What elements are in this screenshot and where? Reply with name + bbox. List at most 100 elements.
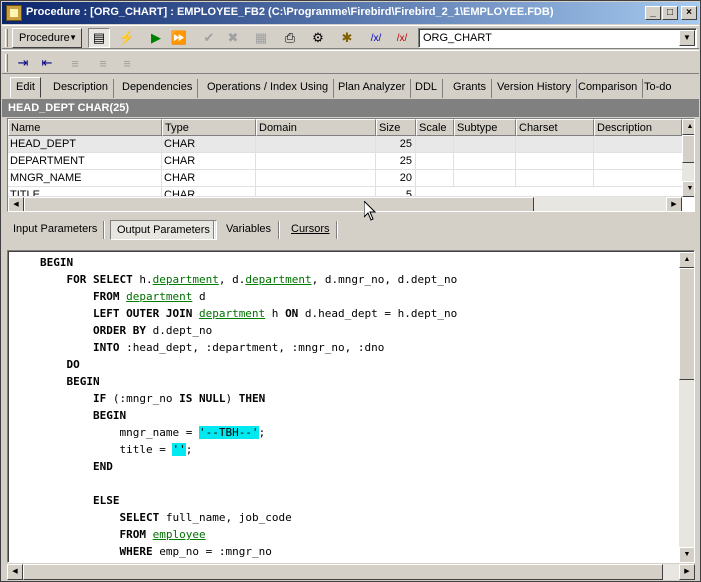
- column-header-type[interactable]: Type: [162, 119, 256, 136]
- code-token: :head_dept, :department, :mngr_no, :dno: [119, 341, 385, 354]
- code-line[interactable]: BEGIN: [40, 254, 457, 271]
- table-row[interactable]: TITLE CHAR 5: [8, 187, 682, 197]
- comment-icon[interactable]: ≡: [64, 53, 86, 73]
- table-row[interactable]: HEAD_DEPT CHAR 25: [8, 136, 682, 153]
- indent-icon[interactable]: ⇥: [12, 53, 34, 73]
- code-table-link[interactable]: employee: [153, 528, 206, 541]
- code-table-link[interactable]: department: [126, 290, 192, 303]
- code-line[interactable]: mngr_name = '--TBH--';: [40, 424, 457, 441]
- tab-to-do[interactable]: To-do: [639, 79, 677, 98]
- code-line[interactable]: FOR SELECT h.department, d.department, d…: [40, 271, 458, 288]
- procedure-menu-button[interactable]: Procedure ▼: [12, 28, 82, 48]
- close-button[interactable]: ×: [681, 6, 697, 20]
- editor-horizontal-scrollbar[interactable]: ◀ ▶: [7, 564, 695, 580]
- outdent-icon[interactable]: ⇤: [36, 53, 58, 73]
- code-line[interactable]: title = '';: [40, 441, 457, 458]
- code-line[interactable]: DO: [40, 356, 457, 373]
- scroll-down-arrow-icon[interactable]: ▼: [682, 181, 694, 197]
- column-header-description[interactable]: Description: [594, 119, 682, 136]
- toolbar-grip[interactable]: [5, 29, 8, 47]
- code-keyword: WHERE: [119, 545, 153, 558]
- form-view-icon[interactable]: ▤: [88, 28, 110, 48]
- column-header-domain[interactable]: Domain: [256, 119, 376, 136]
- tab-input-parameters[interactable]: Input Parameters: [7, 220, 103, 240]
- tab-operations-index-using[interactable]: Operations / Index Using: [202, 79, 335, 98]
- toolbar-grip[interactable]: [5, 54, 8, 72]
- code-line[interactable]: FROM employee: [40, 526, 457, 543]
- code-table-link[interactable]: department: [199, 307, 265, 320]
- tab-version-history[interactable]: Version History: [492, 79, 577, 98]
- tab-description[interactable]: Description: [48, 79, 115, 98]
- scroll-right-arrow-icon[interactable]: ▶: [666, 197, 682, 211]
- column-header-subtype[interactable]: Subtype: [454, 119, 516, 136]
- editor-vertical-scrollbar[interactable]: ▲ ▼: [679, 252, 694, 562]
- tab-cursors[interactable]: Cursors: [285, 220, 336, 240]
- tab-plan-analyzer[interactable]: Plan Analyzer: [333, 79, 412, 98]
- grid-icon[interactable]: ▦: [250, 28, 272, 48]
- code-line[interactable]: BEGIN: [40, 407, 457, 424]
- cell-type: CHAR: [162, 153, 256, 170]
- scroll-thumb[interactable]: [679, 268, 694, 380]
- code-table-link[interactable]: department: [245, 273, 311, 286]
- code-editor[interactable]: BEGIN FOR SELECT h.department, d.departm…: [7, 250, 695, 563]
- code-line[interactable]: BEGIN: [40, 373, 457, 390]
- code-line[interactable]: IF (:mngr_no IS NULL) THEN: [40, 390, 457, 407]
- code-token: (:mngr_no: [106, 392, 180, 405]
- column-header-name[interactable]: Name: [8, 119, 162, 136]
- chevron-down-icon[interactable]: ▼: [679, 30, 695, 46]
- scroll-up-arrow-icon[interactable]: ▲: [682, 119, 694, 135]
- commit-check-icon[interactable]: ✔: [198, 28, 220, 48]
- tab-comparison[interactable]: Comparison: [573, 79, 644, 98]
- run-icon[interactable]: ▶: [145, 28, 167, 48]
- title-bar[interactable]: Procedure : [ORG_CHART] : EMPLOYEE_FB2 (…: [2, 2, 699, 24]
- code-line[interactable]: WHERE emp_no = :mngr_no: [40, 543, 457, 560]
- column-header-size[interactable]: Size: [376, 119, 416, 136]
- compile-lightning-icon[interactable]: ⚡: [116, 28, 138, 48]
- column-header-charset[interactable]: Charset: [516, 119, 594, 136]
- table-row[interactable]: MNGR_NAME CHAR 20: [8, 170, 682, 187]
- cell-size: 25: [376, 136, 416, 153]
- scroll-left-arrow-icon[interactable]: ◀: [8, 197, 24, 211]
- code-line[interactable]: LEFT OUTER JOIN department h ON d.head_d…: [40, 305, 457, 322]
- tab-variables[interactable]: Variables: [220, 220, 277, 240]
- code-line[interactable]: SELECT full_name, job_code: [40, 509, 457, 526]
- debug-bug-icon[interactable]: ✱: [336, 28, 358, 48]
- code-line[interactable]: FROM department d: [40, 288, 457, 305]
- code-line[interactable]: INTO :head_dept, :department, :mngr_no, …: [40, 339, 457, 356]
- minimize-button[interactable]: _: [645, 6, 661, 20]
- scroll-left-arrow-icon[interactable]: ◀: [7, 564, 23, 580]
- grid-horizontal-scrollbar[interactable]: ◀ ▶: [8, 197, 682, 211]
- rollback-cross-icon[interactable]: ✖: [222, 28, 244, 48]
- tab-edit[interactable]: Edit: [10, 77, 41, 98]
- scroll-down-arrow-icon[interactable]: ▼: [679, 547, 694, 562]
- print-icon[interactable]: ⎙: [279, 28, 301, 48]
- scroll-right-arrow-icon[interactable]: ▶: [679, 564, 695, 580]
- code-line[interactable]: END: [40, 458, 457, 475]
- maximize-button[interactable]: □: [662, 6, 678, 20]
- tab-ddl[interactable]: DDL: [410, 79, 444, 98]
- parameters-icon[interactable]: /x/: [365, 28, 387, 48]
- uncomment-icon[interactable]: ≡: [92, 53, 114, 73]
- column-header-scale[interactable]: Scale: [416, 119, 454, 136]
- scroll-thumb[interactable]: [23, 564, 663, 580]
- object-selector-combo[interactable]: ORG_CHART ▼: [418, 28, 697, 48]
- code-line[interactable]: [40, 475, 457, 492]
- table-row[interactable]: DEPARTMENT CHAR 25: [8, 153, 682, 170]
- code-text[interactable]: BEGIN FOR SELECT h.department, d.departm…: [40, 254, 457, 560]
- tab-grants[interactable]: Grants: [448, 79, 493, 98]
- code-table-link[interactable]: department: [153, 273, 219, 286]
- cell-scale: [416, 153, 454, 170]
- scroll-thumb[interactable]: [682, 135, 694, 163]
- code-line[interactable]: ORDER BY d.dept_no: [40, 322, 457, 339]
- scroll-up-arrow-icon[interactable]: ▲: [679, 252, 694, 268]
- grid-vertical-scrollbar[interactable]: ▲ ▼: [682, 119, 694, 197]
- settings-icon[interactable]: ⚙: [307, 28, 329, 48]
- code-line[interactable]: ELSE: [40, 492, 457, 509]
- code-token: mngr_name =: [40, 426, 199, 439]
- tab-dependencies[interactable]: Dependencies: [117, 79, 199, 98]
- run-all-icon[interactable]: ⏩: [168, 28, 190, 48]
- variables-icon[interactable]: /x/: [391, 28, 413, 48]
- scroll-thumb[interactable]: [24, 197, 534, 211]
- format-icon[interactable]: ≡: [116, 53, 138, 73]
- tab-output-parameters[interactable]: Output Parameters: [110, 220, 217, 240]
